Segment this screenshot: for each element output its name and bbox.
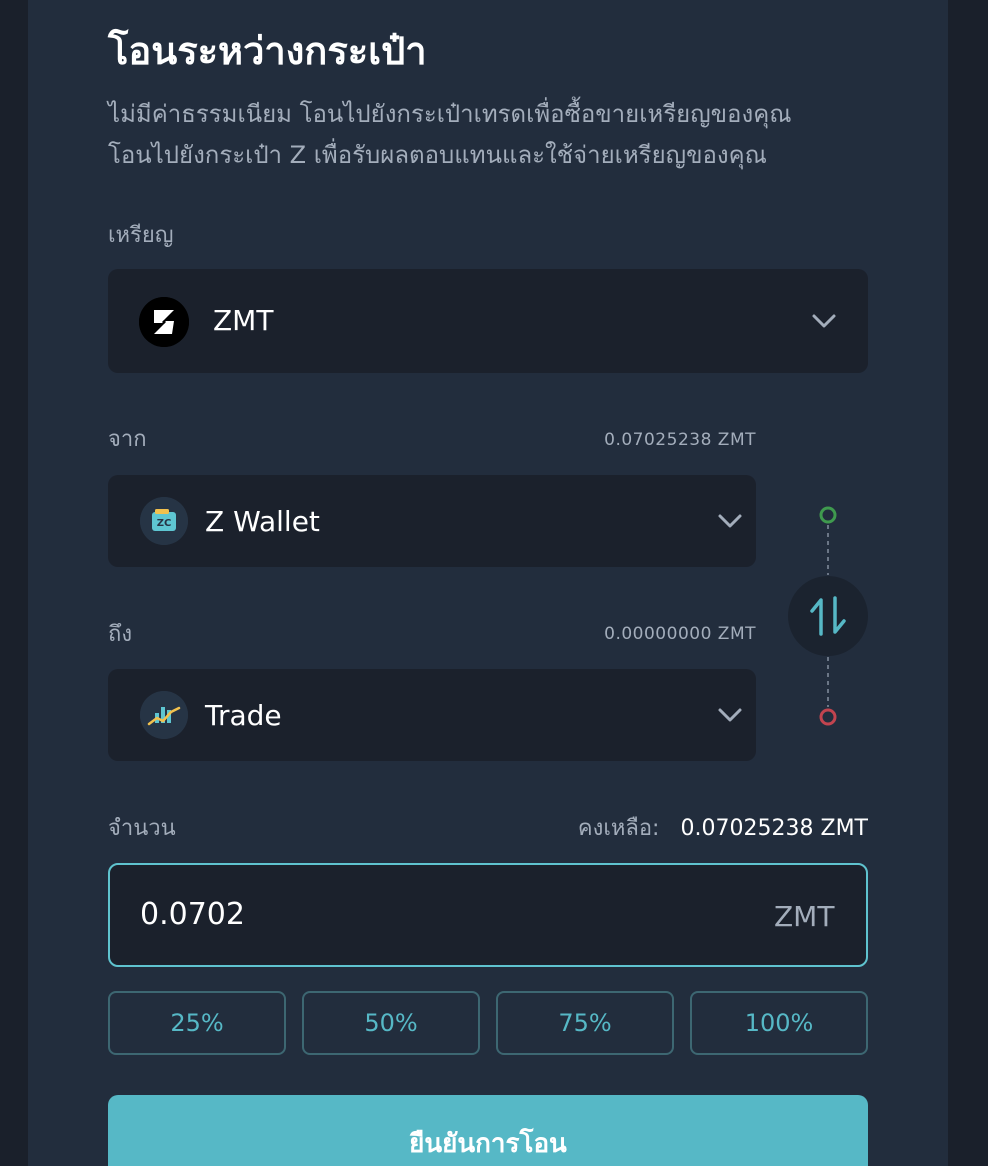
from-dot-icon (819, 506, 837, 524)
to-wallet-value: Trade (205, 699, 282, 732)
coin-label: เหรียญ (108, 223, 174, 248)
amount-input-value[interactable]: 0.0702 (140, 895, 245, 935)
percent-75-button[interactable]: 75% (496, 991, 674, 1055)
to-dot-icon (819, 708, 837, 726)
amount-unit: ZMT (774, 900, 835, 933)
remaining-label: คงเหลือ: (577, 816, 660, 841)
confirm-transfer-button[interactable]: ยืนยันการโอน (108, 1095, 868, 1166)
percent-50-button[interactable]: 50% (302, 991, 480, 1055)
z-wallet-icon: ZC (140, 497, 188, 545)
from-wallet-select[interactable]: ZC Z Wallet (108, 475, 756, 567)
percent-100-button[interactable]: 100% (690, 991, 868, 1055)
percent-25-button[interactable]: 25% (108, 991, 286, 1055)
swap-arrows-icon (810, 596, 846, 636)
from-label: จาก (108, 427, 147, 452)
chevron-down-icon (718, 514, 742, 528)
chevron-down-icon (812, 314, 836, 328)
remaining-balance: คงเหลือ: 0.07025238 ZMT (578, 814, 868, 845)
to-wallet-select[interactable]: Trade (108, 669, 756, 761)
description-line-2: โอนไปยังกระเป๋า Z เพื่อรับผลตอบแทนและใช้… (108, 141, 767, 169)
chevron-down-icon (718, 708, 742, 722)
remaining-value: 0.07025238 ZMT (680, 816, 868, 841)
coin-select[interactable]: ZMT (108, 269, 868, 373)
to-label: ถึง (108, 622, 133, 647)
description-line-1: ไม่มีค่าธรรมเนียม โอนไปยังกระเป๋าเทรดเพื… (108, 100, 792, 128)
amount-label: จำนวน (108, 816, 176, 841)
coin-select-value: ZMT (213, 304, 274, 337)
from-balance: 0.07025238 ZMT (604, 430, 756, 450)
swap-button[interactable] (788, 576, 868, 656)
to-balance: 0.00000000 ZMT (604, 624, 756, 644)
trade-chart-icon (140, 691, 188, 739)
svg-text:ZC: ZC (157, 518, 172, 529)
zmt-logo-icon (139, 297, 189, 347)
page-title: โอนระหว่างกระเป๋า (108, 29, 427, 73)
from-wallet-value: Z Wallet (205, 505, 320, 538)
